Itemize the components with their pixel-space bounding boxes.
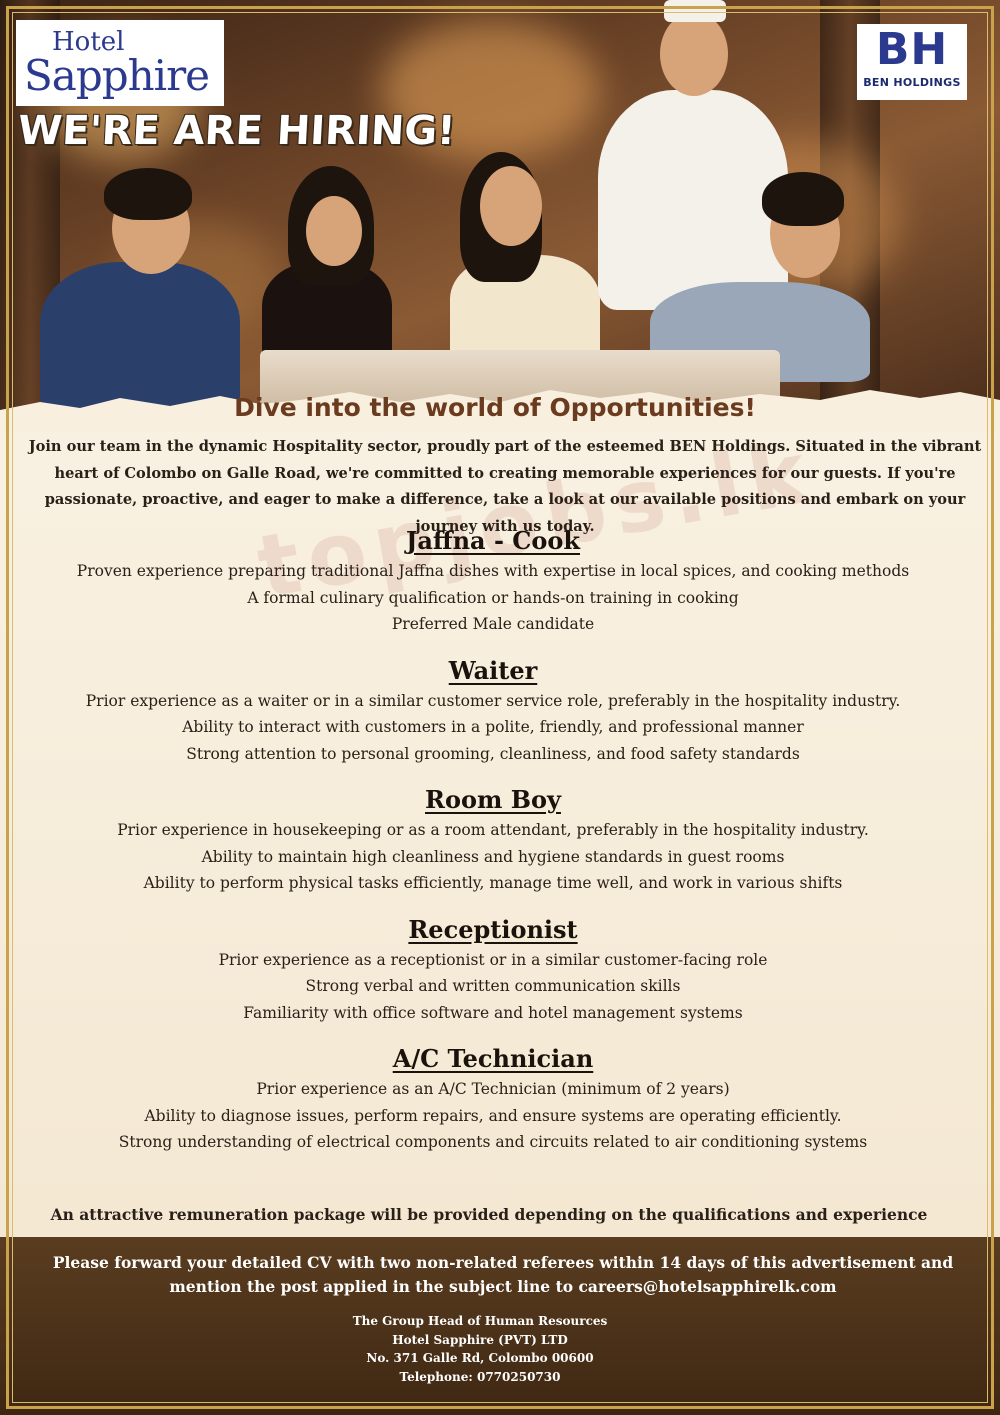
job-room-boy: Room Boy Prior experience in housekeepin… [0, 783, 986, 897]
contact-block: The Group Head of Human Resources Hotel … [330, 1312, 630, 1386]
contact-line: The Group Head of Human Resources [352, 1314, 608, 1328]
job-requirement: Preferred Male candidate [391, 615, 595, 633]
job-waiter: Waiter Prior experience as a waiter or i… [0, 654, 986, 768]
job-requirement: Prior experience as a receptionist or in… [218, 950, 768, 969]
contact-telephone: Telephone: 0770250730 [399, 1369, 561, 1384]
job-requirement: Ability to maintain high cleanliness and… [201, 847, 785, 866]
contact-line: Hotel Sapphire (PVT) LTD [392, 1332, 568, 1347]
job-title: Receptionist [408, 914, 578, 944]
job-requirement: Strong verbal and written communication … [305, 977, 681, 995]
subtitle: Dive into the world of Opportunities! [234, 393, 756, 422]
job-requirement: Proven experience preparing traditional … [76, 562, 910, 580]
job-title: Waiter [448, 655, 538, 685]
job-requirement: A formal culinary qualification or hands… [247, 588, 739, 607]
job-requirement: Prior experience as a waiter or in a sim… [85, 691, 901, 710]
application-instructions: Please forward your detailed CV with two… [52, 1253, 954, 1296]
logo-sapphire-text: Sapphire [24, 51, 210, 100]
job-requirement: Prior experience in housekeeping or as a… [117, 821, 869, 839]
job-receptionist: Receptionist Prior experience as a recep… [0, 913, 986, 1027]
hotel-sapphire-logo: Hotel Sapphire [16, 20, 224, 106]
job-title: Room Boy [425, 785, 561, 814]
job-requirement: Familiarity with office software and hot… [243, 1003, 743, 1022]
job-ac-technician: A/C Technician Prior experience as an A/… [0, 1042, 986, 1156]
job-listings: Jaffna - Cook Proven experience preparin… [0, 524, 986, 1172]
job-requirement: Ability to interact with customers in a … [182, 718, 804, 736]
job-requirement: Strong understanding of electrical compo… [118, 1133, 868, 1151]
job-requirement: Ability to diagnose issues, perform repa… [144, 1106, 842, 1125]
job-title: A/C Technician [392, 1044, 594, 1073]
job-requirement: Strong attention to personal grooming, c… [186, 744, 800, 763]
job-jaffna-cook: Jaffna - Cook Proven experience preparin… [0, 524, 986, 638]
bh-logo-label: BEN HOLDINGS [863, 76, 961, 89]
contact-address: No. 371 Galle Rd, Colombo 00600 [366, 1351, 594, 1365]
job-requirement: Prior experience as an A/C Technician (m… [256, 1080, 730, 1098]
remuneration-note: An attractive remuneration package will … [50, 1205, 928, 1224]
bh-logo-mark: BH [875, 24, 949, 75]
hiring-headline: WE'RE ARE HIRING! [16, 108, 457, 154]
job-advertisement: Hotel Sapphire BH BEN HOLDINGS WE'RE ARE… [0, 0, 1000, 1415]
job-requirement: Ability to perform physical tasks effici… [143, 874, 843, 892]
ben-holdings-logo: BH BEN HOLDINGS [857, 24, 967, 100]
job-title: Jaffna - Cook [405, 526, 581, 555]
